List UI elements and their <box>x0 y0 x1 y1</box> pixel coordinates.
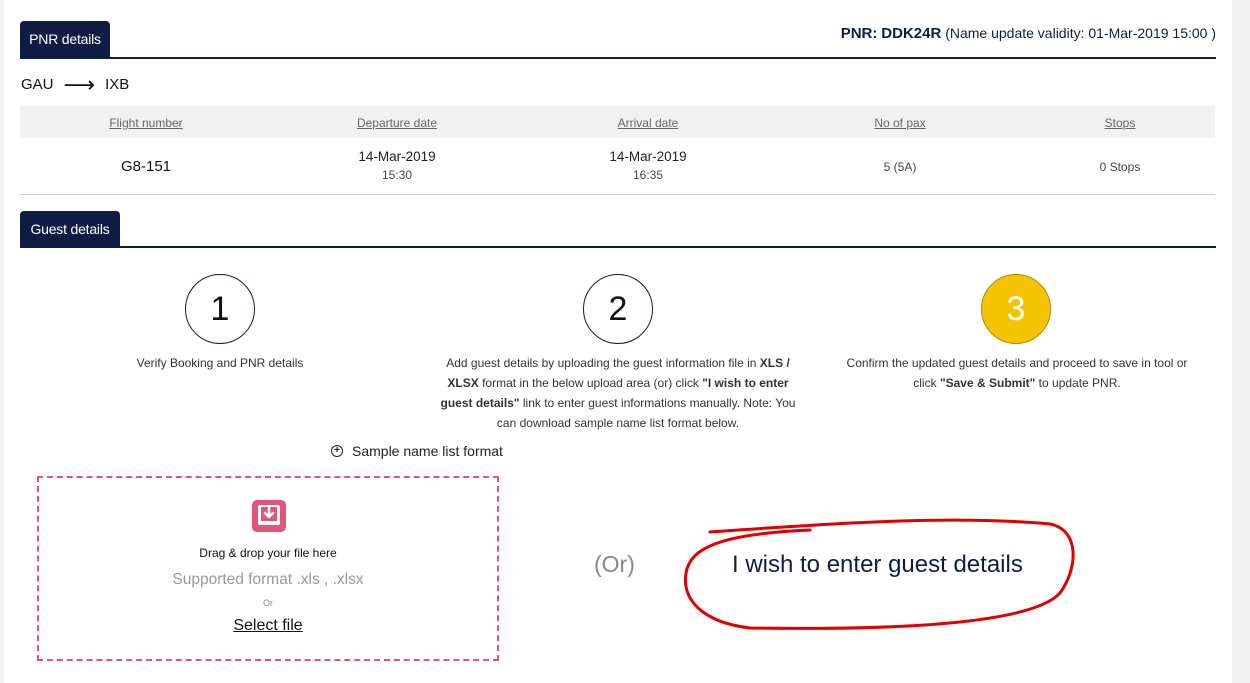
upload-tray-icon <box>252 500 286 532</box>
arrival-time: 16:35 <box>632 168 664 182</box>
route-destination: IXB <box>105 76 130 93</box>
flight-number: G8-151 <box>120 158 172 175</box>
guest-divider <box>20 246 1216 248</box>
header-departure-date[interactable]: Departure date <box>357 116 437 130</box>
step-2-number: 2 <box>608 289 628 328</box>
sample-name-list-link[interactable]: + Sample name list format <box>331 443 503 459</box>
or-separator: (Or) <box>594 551 635 577</box>
stops-count: 0 Stops <box>1099 160 1141 174</box>
header-flight-number[interactable]: Flight number <box>109 116 182 130</box>
step-2-text-part: Add guest details by uploading the guest… <box>446 356 760 370</box>
header-no-of-pax[interactable]: No of pax <box>874 116 925 130</box>
sample-link-label: Sample name list format <box>352 443 503 459</box>
arrival-cell: 14-Mar-2019 16:35 <box>609 149 686 182</box>
pnr-code: DDK24R <box>881 25 942 42</box>
pax-count: 5 (5A) <box>883 160 917 174</box>
step-3-text-bold: "Save & Submit" <box>939 376 1036 390</box>
pnr-validity: (Name update validity: 01-Mar-2019 15:00… <box>945 25 1216 41</box>
plus-circle-icon: + <box>331 445 343 457</box>
route: GAU ⟶ IXB <box>21 72 130 97</box>
header-stops[interactable]: Stops <box>1105 116 1136 130</box>
step-3-circle: 3 <box>981 274 1051 344</box>
file-drop-zone[interactable]: Drag & drop your file here Supported for… <box>37 476 499 661</box>
drop-title: Drag & drop your file here <box>199 546 337 560</box>
drop-or-label: Or <box>263 598 273 608</box>
departure-date: 14-Mar-2019 <box>358 149 436 164</box>
departure-time: 15:30 <box>381 168 413 182</box>
step-1-number: 1 <box>210 289 230 328</box>
supported-formats: Supported format .xls , .xlsx <box>172 571 364 588</box>
arrival-date: 14-Mar-2019 <box>609 149 687 164</box>
step-1-circle: 1 <box>185 274 255 344</box>
departure-cell: 14-Mar-2019 15:30 <box>358 149 435 182</box>
table-row: G8-151 14-Mar-2019 15:30 14-Mar-2019 16:… <box>20 138 1215 195</box>
step-2-text-part: link to enter guest informations manuall… <box>496 396 796 430</box>
tab-pnr-details[interactable]: PNR details <box>20 21 110 57</box>
select-file-cell: Select file <box>39 617 497 635</box>
step-3-text: Confirm the updated guest details and pr… <box>838 353 1196 393</box>
step-2-text: Add guest details by uploading the guest… <box>432 353 804 433</box>
step-3-number: 3 <box>1006 289 1026 328</box>
long-right-arrow-icon: ⟶ <box>63 72 96 97</box>
pnr-label: PNR: <box>840 25 878 42</box>
manual-entry-link[interactable]: I wish to enter guest details <box>732 551 1023 579</box>
flight-table-header: Flight number Departure date Arrival dat… <box>20 106 1215 138</box>
step-2-circle: 2 <box>583 274 653 344</box>
tab-pnr-details-label: PNR details <box>29 31 101 47</box>
step-2-text-part: format in the below upload area (or) cli… <box>478 376 703 390</box>
step-1-text: Verify Booking and PNR details <box>136 356 304 370</box>
pnr-info: PNR: DDK24R (Name update validity: 01-Ma… <box>841 25 1216 42</box>
tab-guest-details[interactable]: Guest details <box>20 211 120 247</box>
route-origin: GAU <box>21 76 54 93</box>
step-3-text-part: to update PNR. <box>1035 376 1121 390</box>
select-file-link[interactable]: Select file <box>233 617 302 634</box>
tab-guest-details-label: Guest details <box>30 221 110 237</box>
pnr-divider <box>20 57 1216 59</box>
header-arrival-date[interactable]: Arrival date <box>618 116 679 130</box>
